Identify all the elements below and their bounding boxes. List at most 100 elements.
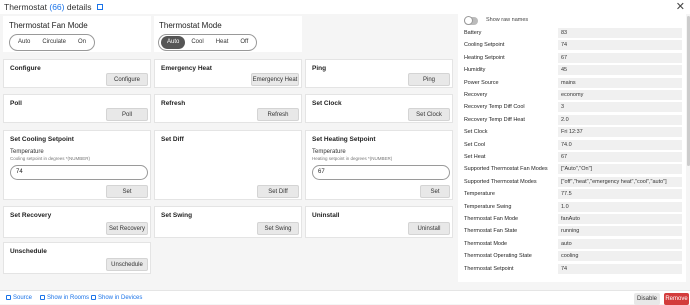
unschedule-title: Unschedule bbox=[10, 248, 47, 255]
cooling-temperature-input[interactable]: 74 bbox=[10, 165, 148, 180]
attribute-row: Battery 83 bbox=[458, 27, 686, 39]
set-cooling-setpoint-card: Set Cooling Setpoint Temperature Cooling… bbox=[3, 130, 151, 200]
attribute-row: Recovery Temp Diff Cool 3 bbox=[458, 101, 686, 113]
set-cooling-button[interactable]: Set bbox=[106, 185, 148, 198]
remove-button[interactable]: Remove bbox=[664, 293, 689, 305]
attribute-value: 67 bbox=[558, 52, 682, 63]
attribute-value: ["off","heat","emergency heat","cool","a… bbox=[558, 176, 682, 187]
set-clock-button[interactable]: Set Clock bbox=[408, 108, 450, 121]
fan-mode-title: Thermostat Fan Mode bbox=[9, 21, 88, 30]
source-link[interactable]: Source bbox=[6, 295, 32, 301]
external-link-icon[interactable] bbox=[96, 4, 103, 10]
poll-button[interactable]: Poll bbox=[106, 108, 148, 121]
set-clock-title: Set Clock bbox=[312, 100, 342, 107]
cooling-temperature-hint: Cooling setpoint in degrees *(NUMBER) bbox=[10, 156, 91, 161]
set-swing-button[interactable]: Set Swing bbox=[257, 222, 299, 235]
attribute-row: Temperature 77.5 bbox=[458, 188, 686, 200]
attribute-value: 1.0 bbox=[558, 201, 682, 212]
attribute-name: Recovery Temp Diff Heat bbox=[464, 116, 525, 123]
attribute-name: Set Heat bbox=[464, 154, 486, 160]
rooms-icon bbox=[40, 295, 45, 300]
heating-temperature-input[interactable]: 67 bbox=[312, 165, 450, 180]
set-recovery-card: Set Recovery Set Recovery bbox=[3, 206, 151, 238]
attribute-row: Supported Thermostat Fan Modes ["Auto","O… bbox=[458, 163, 686, 175]
attribute-row: Thermostat Fan State running bbox=[458, 225, 686, 237]
attribute-value: 74.0 bbox=[558, 139, 682, 150]
attribute-name: Set Clock bbox=[464, 129, 488, 136]
raw-names-toggle[interactable] bbox=[464, 16, 478, 25]
fan-mode-auto[interactable]: Auto bbox=[12, 36, 36, 49]
refresh-button[interactable]: Refresh bbox=[257, 108, 299, 121]
attribute-name: Temperature bbox=[464, 191, 495, 198]
raw-names-label: Show raw names bbox=[486, 17, 529, 23]
emergency-heat-title: Emergency Heat bbox=[161, 65, 212, 72]
attribute-value: auto bbox=[558, 238, 682, 249]
set-clock-card: Set Clock Set Clock bbox=[305, 94, 453, 123]
attribute-value: running bbox=[558, 226, 682, 237]
uninstall-title: Uninstall bbox=[312, 212, 340, 219]
attribute-value: 77.5 bbox=[558, 189, 682, 200]
refresh-title: Refresh bbox=[161, 100, 186, 107]
heating-temperature-hint: Heating setpoint in degrees *(NUMBER) bbox=[312, 156, 393, 161]
show-in-rooms-link[interactable]: Show in Rooms bbox=[40, 295, 89, 301]
attribute-name: Cooling Setpoint bbox=[464, 42, 505, 49]
ping-button[interactable]: Ping bbox=[408, 73, 450, 86]
set-diff-button[interactable]: Set Diff bbox=[257, 185, 299, 198]
fan-mode-card: Thermostat Fan Mode Auto Circulate On bbox=[3, 16, 151, 52]
attribute-name: Thermostat Setpoint bbox=[464, 265, 514, 272]
attribute-row: Thermostat Fan Mode fanAuto bbox=[458, 213, 686, 225]
thermostat-mode-off[interactable]: Off bbox=[234, 36, 254, 49]
set-recovery-title: Set Recovery bbox=[10, 212, 52, 219]
attribute-row: Humidity 45 bbox=[458, 64, 686, 76]
set-recovery-button[interactable]: Set Recovery bbox=[106, 222, 148, 235]
attribute-value: 83 bbox=[558, 28, 682, 38]
thermostat-mode-cool[interactable]: Cool bbox=[185, 36, 209, 49]
uninstall-card: Uninstall Uninstall bbox=[305, 206, 453, 238]
attribute-value: 74 bbox=[558, 263, 682, 274]
attribute-name: Supported Thermostat Fan Modes bbox=[464, 166, 548, 173]
ping-card: Ping Ping bbox=[305, 59, 453, 88]
set-cooling-setpoint-title: Set Cooling Setpoint bbox=[10, 136, 74, 143]
title-suffix: details bbox=[66, 2, 92, 12]
configure-title: Configure bbox=[10, 65, 41, 72]
poll-title: Poll bbox=[10, 100, 22, 107]
title-text: Thermostat bbox=[4, 2, 47, 12]
attribute-name: Thermostat Operating State bbox=[464, 253, 532, 260]
show-in-devices-link[interactable]: Show in Devices bbox=[91, 295, 142, 301]
close-icon[interactable]: ✕ bbox=[676, 0, 685, 13]
attribute-row: Set Cool 74.0 bbox=[458, 139, 686, 151]
attribute-name: Supported Thermostat Modes bbox=[464, 178, 537, 185]
configure-button[interactable]: Configure bbox=[106, 73, 148, 86]
attribute-name: Recovery bbox=[464, 92, 488, 98]
heating-temperature-label: Temperature bbox=[312, 149, 346, 155]
attribute-value: mains bbox=[558, 77, 682, 88]
refresh-card: Refresh Refresh bbox=[154, 94, 302, 123]
attribute-row: Thermostat Setpoint 74 bbox=[458, 263, 686, 275]
thermostat-mode-segment: Auto Cool Heat Off bbox=[158, 34, 258, 51]
attribute-row: Recovery Temp Diff Heat 2.0 bbox=[458, 114, 686, 126]
attribute-value: 45 bbox=[558, 65, 682, 76]
attribute-name: Thermostat Mode bbox=[464, 240, 508, 247]
unschedule-button[interactable]: Unschedule bbox=[106, 258, 148, 271]
thermostat-mode-auto[interactable]: Auto bbox=[161, 36, 186, 49]
toggle-knob bbox=[464, 16, 473, 25]
attribute-name: Heating Setpoint bbox=[464, 54, 505, 61]
uninstall-button[interactable]: Uninstall bbox=[408, 222, 450, 235]
attribute-name: Power Source bbox=[464, 79, 499, 86]
emergency-heat-card: Emergency Heat Emergency Heat bbox=[154, 59, 302, 88]
disable-button[interactable]: Disable bbox=[634, 293, 660, 305]
attribute-name: Set Cool bbox=[464, 141, 486, 148]
code-icon bbox=[6, 295, 11, 300]
device-id[interactable]: (66) bbox=[49, 2, 64, 12]
thermostat-mode-heat[interactable]: Heat bbox=[210, 36, 235, 49]
set-heating-button[interactable]: Set bbox=[420, 185, 450, 198]
fan-mode-circulate[interactable]: Circulate bbox=[36, 36, 72, 49]
set-diff-title: Set Diff bbox=[161, 136, 184, 143]
attribute-row: Thermostat Operating State cooling bbox=[458, 250, 686, 262]
attribute-value: 74 bbox=[558, 40, 682, 51]
source-label: Source bbox=[13, 295, 33, 301]
configure-card: Configure Configure bbox=[3, 59, 151, 88]
emergency-heat-button[interactable]: Emergency Heat bbox=[251, 73, 299, 86]
attribute-value: 67 bbox=[558, 152, 682, 162]
fan-mode-on[interactable]: On bbox=[72, 36, 92, 49]
